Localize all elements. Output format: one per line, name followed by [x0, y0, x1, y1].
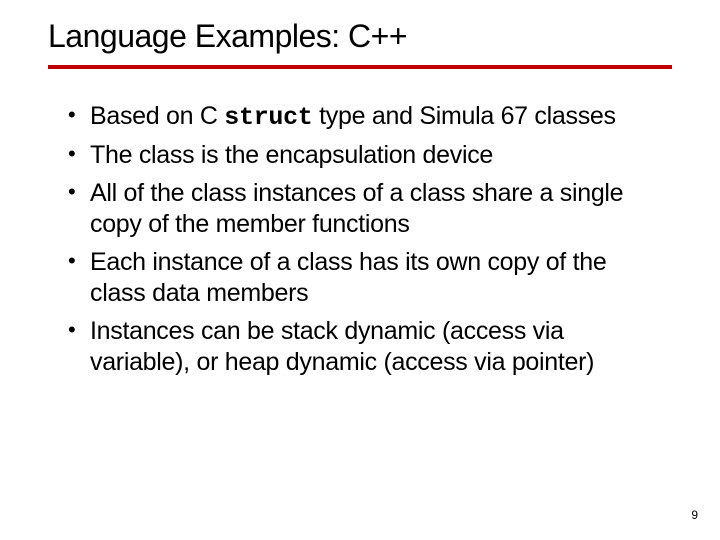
title-underline [48, 65, 672, 69]
list-item: Each instance of a class has its own cop… [68, 247, 668, 310]
page-title: Language Examples: C++ [48, 18, 672, 55]
bullet-text-pre: Instances can be stack dynamic (access v… [90, 317, 594, 376]
slide: Language Examples: C++ Based on C struct… [0, 0, 720, 540]
list-item: Based on C struct type and Simula 67 cla… [68, 101, 668, 134]
list-item: The class is the encapsulation device [68, 140, 668, 173]
list-item: Instances can be stack dynamic (access v… [68, 316, 668, 379]
inline-code: struct [224, 103, 312, 132]
bullet-text-pre: Each instance of a class has its own cop… [90, 248, 606, 307]
bullet-text-pre: Based on C [90, 102, 224, 130]
bullet-text-post: type and Simula 67 classes [313, 102, 616, 130]
page-number: 9 [691, 508, 698, 522]
bullet-text-pre: All of the class instances of a class sh… [90, 179, 623, 238]
list-item: All of the class instances of a class sh… [68, 178, 668, 241]
bullet-list: Based on C struct type and Simula 67 cla… [48, 101, 672, 379]
bullet-text-pre: The class is the encapsulation device [90, 141, 493, 169]
